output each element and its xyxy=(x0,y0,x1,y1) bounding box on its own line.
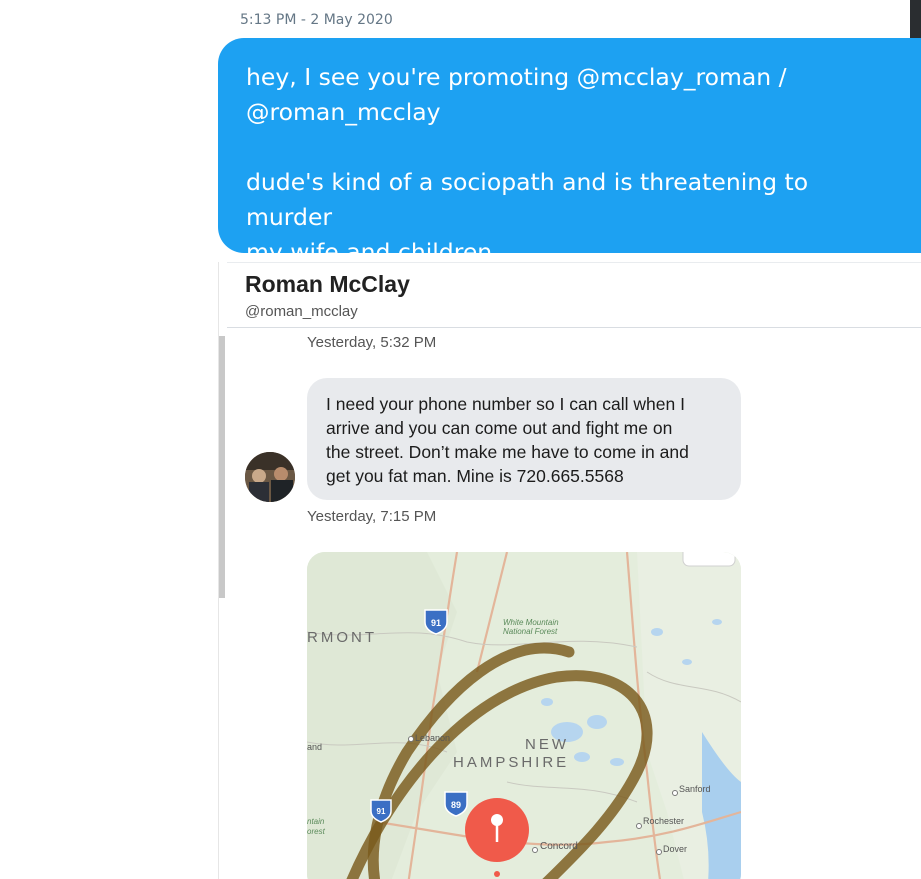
map-label-and: and xyxy=(307,742,322,752)
dm-line: hey, I see you're promoting @mcclay_roma… xyxy=(246,63,787,91)
dm-line: dude's kind of a sociopath and is threat… xyxy=(246,168,809,231)
map-label-vermont: RMONT xyxy=(307,629,377,646)
map-label-new: NEW xyxy=(525,736,569,753)
map-image[interactable]: 91 89 91 RMONT White Mountain National F… xyxy=(307,552,741,879)
map-label-forest: National Forest xyxy=(503,627,558,636)
map-label-sanford: Sanford xyxy=(679,784,711,794)
scrollbar[interactable] xyxy=(219,336,225,598)
interstate-91-shield: 91 xyxy=(424,609,448,635)
dm-line: @roman_mcclay xyxy=(246,98,441,126)
message-line: the street. Don’t make me have to come i… xyxy=(326,442,689,462)
interstate-89-shield: 89 xyxy=(444,791,468,817)
interstate-91b-shield: 91 xyxy=(370,799,392,823)
map-label-dover: Dover xyxy=(663,844,687,854)
shield-91b-label: 91 xyxy=(377,807,386,816)
map-label-concord: Concord xyxy=(540,841,578,852)
received-message-bubble: I need your phone number so I can call w… xyxy=(307,378,741,500)
message-line: I need your phone number so I can call w… xyxy=(326,394,685,414)
avatar[interactable] xyxy=(245,452,295,502)
map-label-rochester: Rochester xyxy=(643,816,684,826)
map-label-hampshire: HAMPSHIRE xyxy=(453,754,569,771)
contact-handle: @roman_mcclay xyxy=(245,303,358,320)
message-line: get you fat man. Mine is 720.665.5568 xyxy=(326,466,624,486)
map-label-forest: White Mountain xyxy=(503,618,559,627)
message-line: arrive and you can come out and fight me… xyxy=(326,418,673,438)
contact-name: Roman McClay xyxy=(245,271,410,297)
message-time: Yesterday, 7:15 PM xyxy=(307,508,437,525)
shield-89-label: 89 xyxy=(451,800,461,810)
dm-message-bubble: hey, I see you're promoting @mcclay_roma… xyxy=(218,38,921,266)
map-label-ntain: ntain xyxy=(307,817,325,826)
tweet-timestamp: 5:13 PM - 2 May 2020 xyxy=(240,12,393,28)
conversation-header: Roman McClay @roman_mcclay xyxy=(227,262,921,328)
map-label-lebanon: Lebanon xyxy=(415,733,450,743)
attached-screenshot[interactable]: Roman McClay @roman_mcclay Yesterday, 5:… xyxy=(218,262,921,879)
message-time: Yesterday, 5:32 PM xyxy=(307,334,437,351)
window-edge xyxy=(910,0,921,40)
shield-91-label: 91 xyxy=(431,618,441,628)
map-label-orest: orest xyxy=(307,827,326,836)
